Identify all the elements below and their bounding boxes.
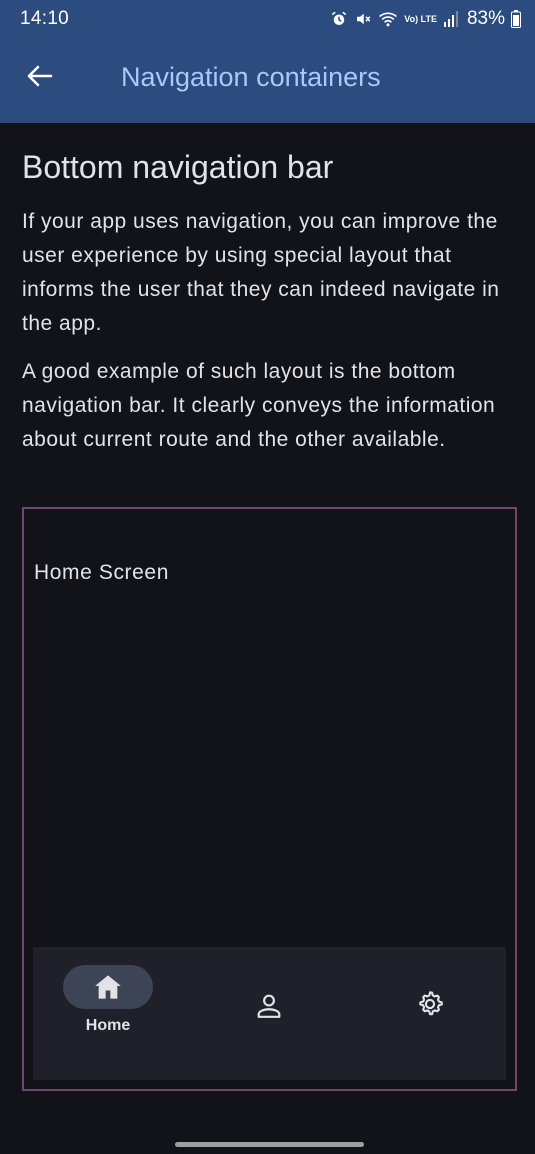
nav-label-home: Home xyxy=(85,1017,131,1034)
arrow-back-icon xyxy=(27,65,53,92)
network-type: Vo) LTE xyxy=(404,13,437,24)
description-paragraph-1: If your app uses navigation, you can imp… xyxy=(22,210,500,335)
battery-icon xyxy=(511,10,521,28)
home-icon xyxy=(94,973,122,1001)
nav-item-profile[interactable] xyxy=(190,947,348,1080)
status-bar: 14:10 Vo) LTE 83% xyxy=(0,0,535,40)
description-paragraph-2: A good example of such layout is the bot… xyxy=(22,360,496,451)
demo-screen-label: Home Screen xyxy=(34,561,169,584)
app-bar: Navigation containers xyxy=(0,40,535,123)
signal-icon xyxy=(443,10,459,28)
person-icon xyxy=(255,992,283,1020)
nav-item-home[interactable]: Home xyxy=(33,947,191,1080)
status-icons: Vo) LTE 83% xyxy=(330,7,521,31)
page-title: Navigation containers xyxy=(121,62,381,92)
demo-frame: Home Screen Home xyxy=(22,507,517,1091)
status-time: 14:10 xyxy=(20,8,70,29)
nav-item-settings[interactable] xyxy=(348,947,506,1080)
app-screen: 14:10 Vo) LTE 83% Navigation containers … xyxy=(0,0,535,1154)
section-title: Bottom navigation bar xyxy=(22,149,334,185)
top-bar: 14:10 Vo) LTE 83% Navigation containers xyxy=(0,0,535,123)
battery-percent: 83% xyxy=(466,8,505,29)
mute-icon xyxy=(354,10,372,28)
gesture-handle[interactable] xyxy=(175,1142,364,1147)
bottom-navigation-bar: Home xyxy=(33,947,506,1080)
wifi-icon xyxy=(378,10,398,28)
alarm-icon xyxy=(330,10,348,28)
gear-icon xyxy=(416,990,444,1018)
back-button[interactable] xyxy=(18,56,62,100)
